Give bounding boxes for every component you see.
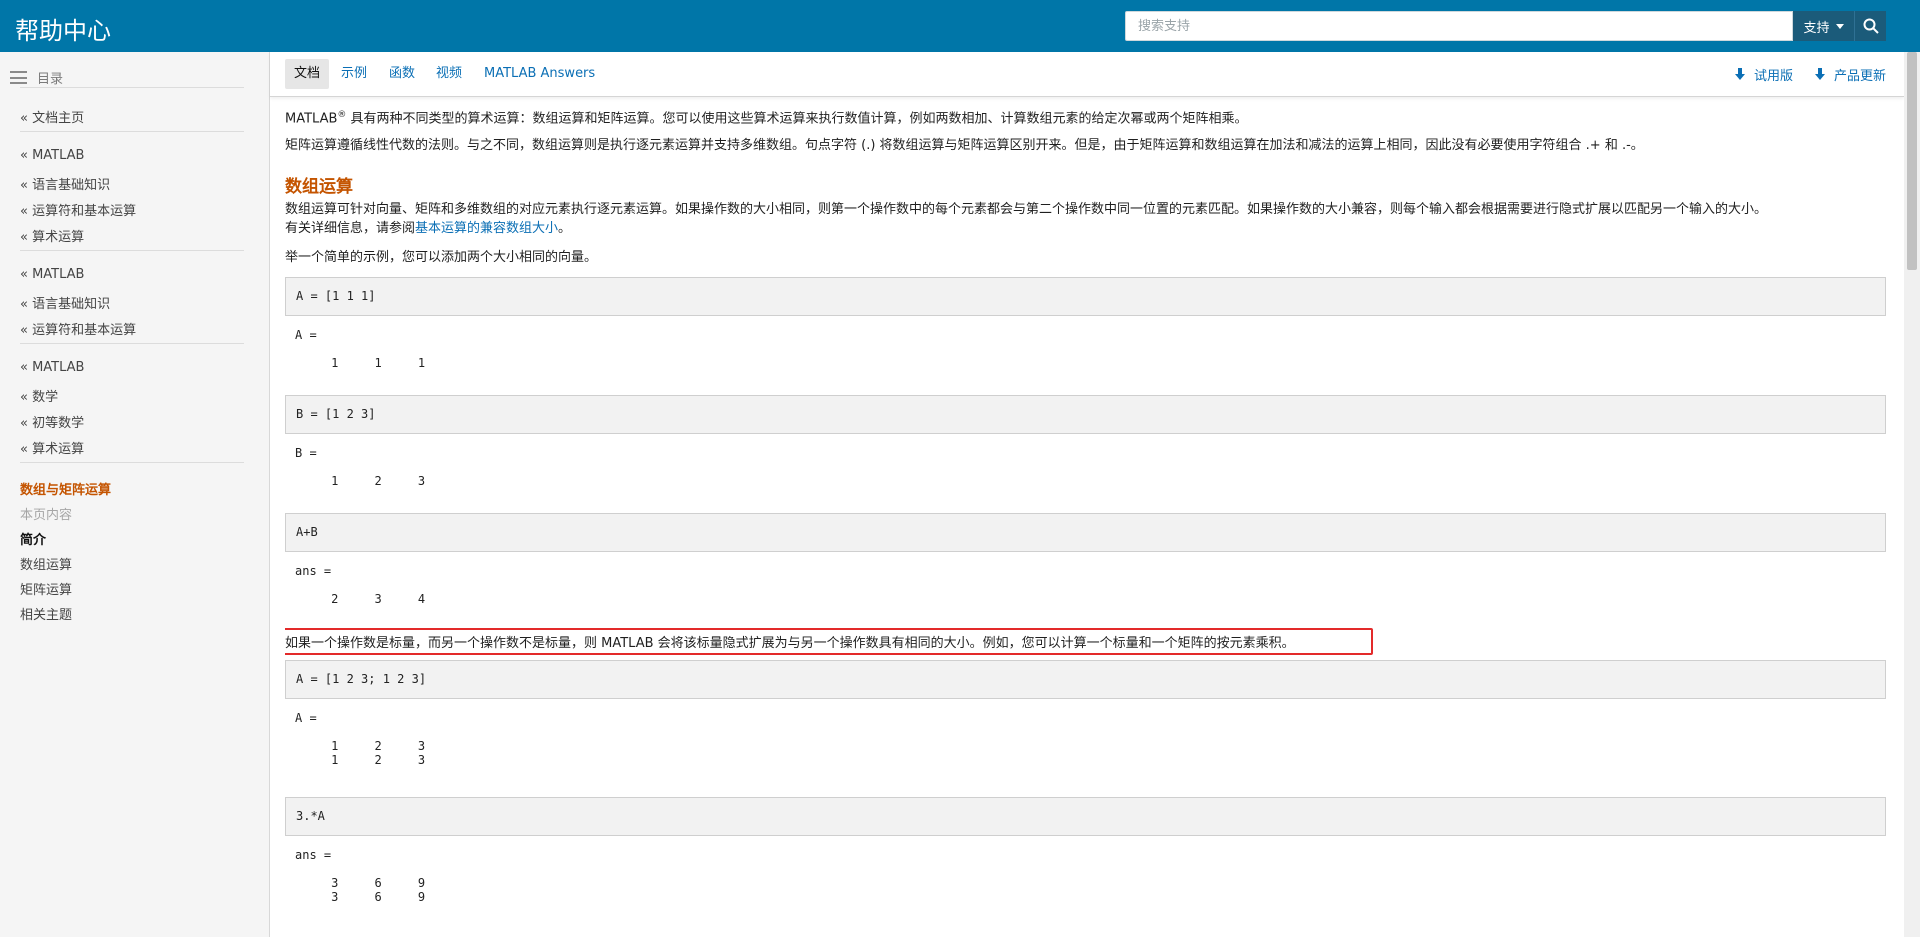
code-output: ans = 2 3 4 <box>295 564 426 606</box>
implicit-expansion-note: 如果一个操作数是标量，而另一个操作数不是标量，则 MATLAB 会将该标量隐式扩… <box>285 636 1295 651</box>
sidebar-item-language-fundamentals[interactable]: « 语言基础知识 <box>20 174 110 193</box>
sidebar-item-matlab[interactable]: « MATLAB <box>20 267 84 282</box>
search-input[interactable] <box>1126 12 1792 40</box>
sidebar-item-elementary-math[interactable]: « 初等数学 <box>20 412 84 431</box>
sidebar-item-language-fundamentals[interactable]: « 语言基础知识 <box>20 293 110 312</box>
page-scrollbar[interactable] <box>1904 52 1920 937</box>
divider <box>20 343 244 344</box>
chevron-down-icon <box>1835 23 1844 29</box>
code-block: A = [1 1 1] <box>285 277 1886 316</box>
code-block: 3.*A <box>285 797 1886 836</box>
more-info-text: 有关详细信息，请参阅 <box>285 221 416 236</box>
array-ops-more-info: 有关详细信息，请参阅基本运算的兼容数组大小。 <box>285 219 571 238</box>
search-button[interactable] <box>1854 11 1886 41</box>
intro-paragraph-1: MATLAB® 具有两种不同类型的算术运算：数组运算和矩阵运算。您可以使用这些算… <box>285 106 1248 128</box>
sidebar-item-arithmetic[interactable]: « 算术运算 <box>20 438 84 457</box>
section-title-array-ops: 数组运算 <box>285 177 353 197</box>
sidebar-item-mathematics[interactable]: « 数学 <box>20 386 58 405</box>
top-header: 帮助中心 支持 <box>0 0 1920 52</box>
intro-text: MATLAB <box>285 111 338 127</box>
sidebar-item-operators[interactable]: « 运算符和基本运算 <box>20 200 136 219</box>
sidebar-section-array-ops[interactable]: 数组运算 <box>20 554 72 573</box>
divider <box>20 87 244 88</box>
divider <box>20 250 244 251</box>
sidebar-item-arithmetic[interactable]: « 算术运算 <box>20 226 84 245</box>
tab-videos[interactable]: 视频 <box>427 59 471 89</box>
tab-functions[interactable]: 函数 <box>380 59 424 89</box>
code-block: A = [1 2 3; 1 2 3] <box>285 660 1886 699</box>
divider <box>20 462 244 463</box>
product-updates-label: 产品更新 <box>1834 69 1887 84</box>
array-ops-paragraph: 数组运算可针对向量、矩阵和多维数组的对应元素执行逐元素运算。如果操作数的大小相同… <box>285 202 1768 217</box>
support-label: 支持 <box>1803 20 1830 36</box>
intro-text: 具有两种不同类型的算术运算：数组运算和矩阵运算。您可以使用这些算术运算来执行数值… <box>346 111 1248 127</box>
search-box[interactable] <box>1125 11 1793 41</box>
search-icon <box>1863 18 1879 34</box>
code-output: ans = 3 6 9 3 6 9 <box>295 848 426 904</box>
sidebar-item-doc-home[interactable]: « 文档主页 <box>20 107 84 126</box>
sidebar: 目录 « 文档主页 « MATLAB « 语言基础知识 « 运算符和基本运算 «… <box>0 52 270 937</box>
trial-link[interactable]: 试用版 <box>1735 65 1793 84</box>
code-output: A = 1 1 1 <box>295 328 426 370</box>
product-updates-link[interactable]: 产品更新 <box>1815 65 1886 84</box>
sidebar-item-matlab[interactable]: « MATLAB <box>20 148 84 163</box>
tab-documentation[interactable]: 文档 <box>285 59 330 89</box>
menu-icon <box>10 71 27 84</box>
intro-paragraph-2: 矩阵运算遵循线性代数的法则。与之不同，数组运算则是执行逐元素运算并支持多维数组。… <box>285 138 1644 153</box>
on-this-page-label: 本页内容 <box>20 508 73 523</box>
compatible-sizes-link[interactable]: 基本运算的兼容数组大小 <box>415 221 558 236</box>
tab-examples[interactable]: 示例 <box>332 59 376 89</box>
main-content: MATLAB® 具有两种不同类型的算术运算：数组运算和矩阵运算。您可以使用这些算… <box>285 96 1888 937</box>
sidebar-section-related-topics[interactable]: 相关主题 <box>20 604 72 623</box>
more-info-text: 。 <box>558 221 572 236</box>
trial-label: 试用版 <box>1754 69 1794 84</box>
divider <box>20 131 244 132</box>
sidebar-section-matrix-ops[interactable]: 矩阵运算 <box>20 579 72 598</box>
toc-label: 目录 <box>37 72 64 87</box>
sub-navigation: 文档 示例 函数 视频 MATLAB Answers 试用版 产品更新 <box>270 52 1904 97</box>
download-icon <box>1815 68 1825 81</box>
download-icon <box>1735 68 1745 81</box>
code-output: B = 1 2 3 <box>295 446 426 488</box>
code-output: A = 1 2 3 1 2 3 <box>295 711 426 767</box>
code-block: B = [1 2 3] <box>285 395 1886 434</box>
sidebar-item-matlab[interactable]: « MATLAB <box>20 360 84 375</box>
example-intro: 举一个简单的示例，您可以添加两个大小相同的向量。 <box>285 250 598 265</box>
code-block: A+B <box>285 513 1886 552</box>
scrollbar-thumb[interactable] <box>1907 52 1917 270</box>
help-center-title[interactable]: 帮助中心 <box>15 11 111 46</box>
toc-toggle[interactable]: 目录 <box>10 68 63 87</box>
sidebar-section-intro[interactable]: 简介 <box>20 529 46 548</box>
support-dropdown-button[interactable]: 支持 <box>1793 11 1854 41</box>
sidebar-item-operators[interactable]: « 运算符和基本运算 <box>20 319 136 338</box>
sidebar-current-page[interactable]: 数组与矩阵运算 <box>20 479 111 498</box>
tab-matlab-answers[interactable]: MATLAB Answers <box>475 59 604 89</box>
